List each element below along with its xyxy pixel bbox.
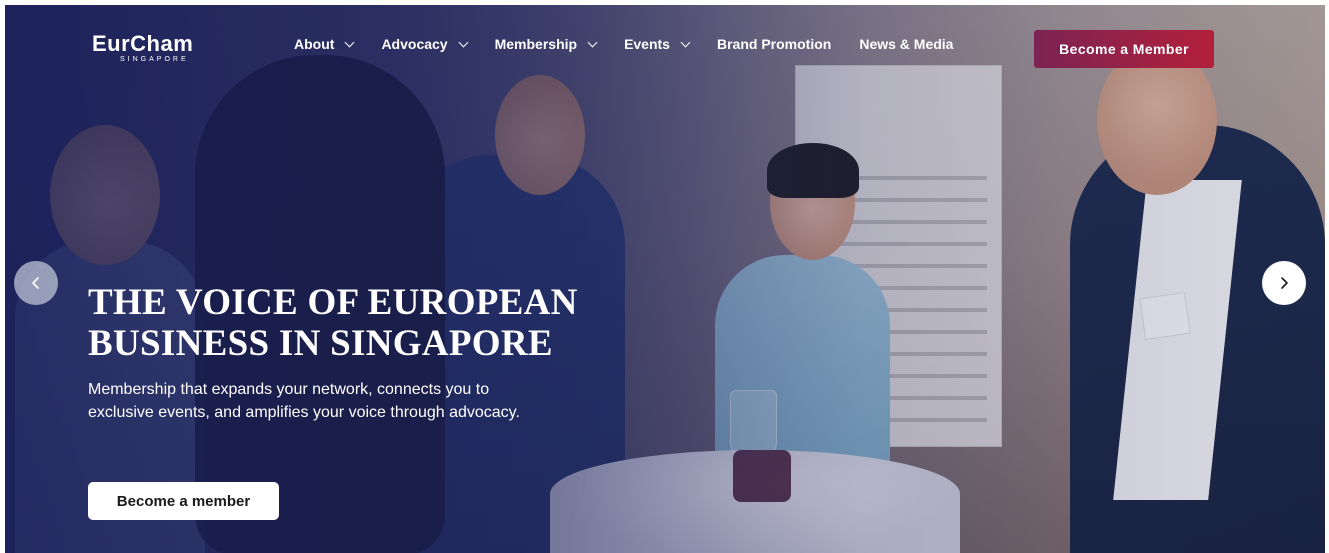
chevron-down-icon	[587, 37, 598, 47]
nav-item-brand-promotion[interactable]: Brand Promotion	[717, 36, 831, 52]
logo-subtext: SINGAPORE	[120, 56, 189, 63]
chevron-left-icon	[32, 277, 39, 289]
hero-become-a-member-button[interactable]: Become a member	[88, 482, 279, 520]
chevron-down-icon	[680, 37, 691, 47]
nav-item-label: About	[294, 36, 335, 52]
hero-background-photo	[5, 5, 1325, 553]
main-navigation: About Advocacy Membership Events Brand P…	[294, 36, 981, 52]
nav-item-advocacy[interactable]: Advocacy	[381, 36, 469, 52]
headline-line-2: BUSINESS IN SINGAPORE	[88, 323, 553, 364]
nav-item-news-media[interactable]: News & Media	[859, 36, 953, 52]
carousel-prev-button[interactable]	[14, 261, 58, 305]
nav-item-label: News & Media	[859, 36, 954, 52]
nav-item-label: Advocacy	[381, 36, 448, 52]
carousel-next-button[interactable]	[1262, 261, 1306, 305]
eurocham-logo[interactable]: EurCham SINGAPORE	[92, 33, 232, 73]
nav-item-label: Membership	[494, 36, 578, 52]
chevron-right-icon	[1281, 277, 1288, 289]
chevron-down-icon	[344, 37, 355, 47]
hero-headline: THE VOICE OF EUROPEAN BUSINESS IN SINGAP…	[88, 282, 608, 364]
hero-banner	[5, 5, 1325, 553]
nav-item-membership[interactable]: Membership	[494, 36, 598, 52]
logo-wordmark: EurCham	[92, 33, 232, 55]
hero-subtext: Membership that expands your network, co…	[88, 381, 520, 421]
headline-line-1: THE VOICE OF EUROPEAN	[88, 282, 578, 323]
nav-item-events[interactable]: Events	[624, 36, 691, 52]
chevron-down-icon	[458, 37, 469, 47]
nav-item-about[interactable]: About	[294, 36, 355, 52]
nav-item-label: Events	[624, 36, 670, 52]
become-a-member-button[interactable]: Become a Member	[1034, 30, 1214, 68]
nav-item-label: Brand Promotion	[716, 36, 832, 52]
logo-text: EurCham	[92, 31, 194, 56]
